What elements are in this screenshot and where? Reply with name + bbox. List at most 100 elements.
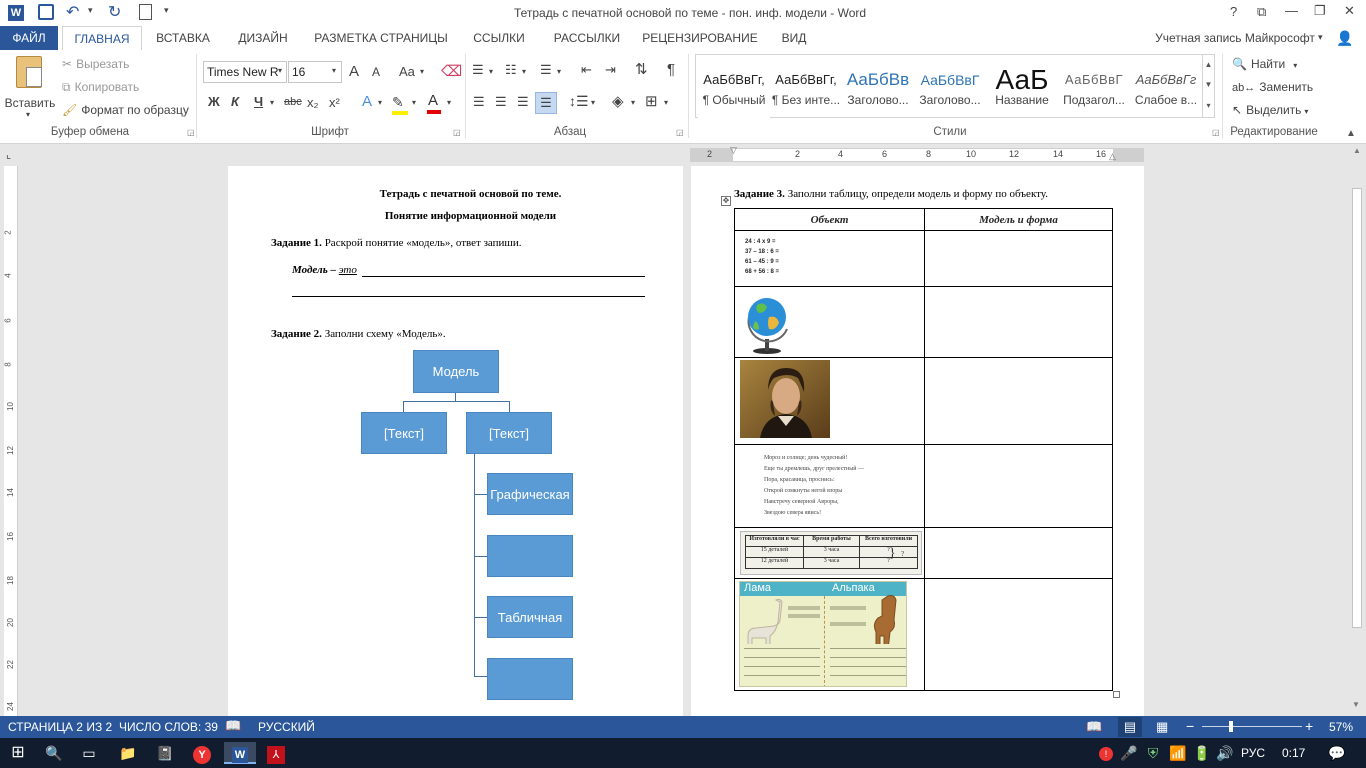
styles-launcher-icon[interactable]: ◲ — [1212, 128, 1220, 137]
new-doc-icon[interactable] — [139, 4, 152, 20]
numbering-dropdown-icon[interactable]: ▾ — [522, 67, 526, 76]
bullets-icon[interactable]: ☰ — [472, 62, 484, 78]
diagram-sub-1[interactable]: Графическая — [487, 473, 573, 515]
line-spacing-icon[interactable]: ↕☰ — [569, 93, 589, 110]
styles-more-icon[interactable]: ▾ — [1202, 95, 1214, 117]
objects-table[interactable]: Объект Модель и форма 24 : 4 x 9 = 37 – … — [734, 208, 1113, 691]
tab-mailings[interactable]: РАССЫЛКИ — [544, 26, 630, 50]
tab-selector-icon[interactable]: ⌞ — [6, 150, 18, 162]
diagram-root[interactable]: Модель — [413, 350, 499, 393]
tab-layout[interactable]: РАЗМЕТКА СТРАНИЦЫ — [308, 26, 454, 50]
word-count[interactable]: ЧИСЛО СЛОВ: 39 — [119, 720, 218, 734]
collapse-ribbon-icon[interactable]: ▲ — [1346, 128, 1356, 139]
format-painter-button[interactable]: 🖌 Формат по образцу — [62, 103, 189, 117]
highlight-dropdown-icon[interactable]: ▾ — [412, 98, 416, 107]
redo-icon[interactable]: ↻ — [108, 2, 121, 22]
subscript-icon[interactable]: x₂ — [307, 95, 319, 110]
print-layout-icon[interactable]: ▤ — [1118, 717, 1142, 737]
customize-qat-icon[interactable]: ▾ — [164, 5, 169, 16]
help-button[interactable]: ? — [1230, 4, 1237, 19]
undo-dropdown-icon[interactable]: ▾ — [88, 5, 93, 16]
restore-button[interactable]: ❐ — [1314, 3, 1326, 19]
vertical-scrollbar[interactable]: ▼ — [1350, 162, 1364, 714]
vertical-ruler[interactable]: 2 4 6 8 10 12 14 16 18 20 22 24 — [4, 166, 18, 716]
styles-scroll-up-icon[interactable]: ▲ — [1202, 55, 1214, 75]
text-effects-icon[interactable]: A — [362, 93, 372, 110]
search-icon[interactable]: 🔍 — [42, 742, 66, 764]
borders-dropdown-icon[interactable]: ▾ — [664, 98, 668, 107]
multilevel-dropdown-icon[interactable]: ▾ — [557, 67, 561, 76]
tab-file[interactable]: ФАЙЛ — [0, 26, 58, 50]
style-heading2[interactable]: АаБбВвГ Заголово... — [914, 61, 986, 119]
bold-icon[interactable]: Ж — [208, 94, 220, 109]
styles-scroll-down-icon[interactable]: ▼ — [1202, 75, 1214, 95]
borders-icon[interactable]: ⊞ — [645, 92, 658, 110]
copy-button[interactable]: ⧉ Копировать — [62, 80, 139, 95]
diagram-sub-3[interactable]: Табличная — [487, 596, 573, 638]
answer-cell[interactable] — [924, 527, 1113, 579]
answer-cell[interactable] — [924, 444, 1113, 528]
superscript-icon[interactable]: x² — [329, 95, 340, 110]
table-row[interactable] — [734, 286, 1113, 358]
page-left[interactable]: Тетрадь с печатной основой по теме. Поня… — [228, 166, 683, 716]
text-effects-dropdown-icon[interactable]: ▾ — [378, 98, 382, 107]
table-row[interactable]: 24 : 4 x 9 = 37 – 18 : 6 = 61 – 45 : 9 =… — [734, 230, 1113, 287]
minimize-button[interactable]: — — [1285, 3, 1298, 18]
web-layout-icon[interactable]: ▦ — [1156, 719, 1168, 735]
horizontal-ruler[interactable]: 2 2 4 6 8 10 12 14 16 ▽ △ — [690, 145, 1144, 162]
paragraph-launcher-icon[interactable]: ◲ — [676, 128, 684, 137]
clear-formatting-icon[interactable]: ⌫ — [441, 62, 462, 80]
grow-font-icon[interactable]: A — [349, 63, 359, 80]
align-right-icon[interactable]: ☰ — [517, 94, 529, 110]
font-color-dropdown-icon[interactable]: ▾ — [447, 98, 451, 107]
font-size-dropdown-icon[interactable]: ▾ — [332, 66, 336, 75]
ribbon-display-button[interactable]: ⧉ — [1257, 4, 1266, 20]
language[interactable]: РУССКИЙ — [258, 720, 315, 734]
answer-cell[interactable] — [924, 286, 1113, 358]
tab-home[interactable]: ГЛАВНАЯ — [62, 26, 142, 50]
page-count[interactable]: СТРАНИЦА 2 ИЗ 2 — [8, 720, 112, 734]
style-subtitle[interactable]: АаБбВвГ Подзагол... — [1058, 61, 1130, 119]
zoom-level[interactable]: 57% — [1329, 720, 1353, 734]
decrease-indent-icon[interactable]: ⇤ — [581, 62, 592, 78]
answer-cell[interactable] — [924, 578, 1113, 691]
table-row[interactable]: Изготовляли в час Время работы Всего изг… — [734, 527, 1113, 579]
find-button[interactable]: 🔍 Найти ▾ — [1232, 57, 1297, 71]
increase-indent-icon[interactable]: ⇥ — [605, 62, 616, 78]
shading-dropdown-icon[interactable]: ▾ — [631, 98, 635, 107]
align-left-icon[interactable]: ☰ — [473, 94, 485, 110]
diagram-child-1[interactable]: [Текст] — [361, 412, 447, 454]
style-subtle-emphasis[interactable]: АаБбВвГг Слабое в... — [1130, 61, 1202, 119]
tab-design[interactable]: ДИЗАЙН — [228, 26, 298, 50]
italic-icon[interactable]: К — [231, 94, 239, 109]
account-label[interactable]: Учетная запись Майкрософт — [1150, 26, 1320, 50]
windows-start-icon[interactable]: ⊞ — [6, 742, 30, 764]
highlight-icon[interactable]: ✎ — [392, 94, 408, 115]
clock[interactable]: 0:17 — [1282, 746, 1305, 760]
justify-icon[interactable]: ☰ — [535, 92, 557, 114]
table-resize-handle-icon[interactable] — [1113, 691, 1120, 698]
answer-cell[interactable] — [924, 230, 1113, 287]
read-mode-icon[interactable]: 📖 — [1086, 719, 1102, 735]
clipboard-launcher-icon[interactable]: ◲ — [187, 128, 195, 137]
undo-icon[interactable]: ↶ — [66, 2, 79, 22]
font-name-combo[interactable]: Times New R — [203, 61, 287, 83]
tab-review[interactable]: РЕЦЕНЗИРОВАНИЕ — [640, 26, 760, 50]
table-row[interactable] — [734, 357, 1113, 445]
strikethrough-icon[interactable]: abc — [284, 96, 302, 108]
word-logo-icon[interactable]: W — [8, 5, 24, 21]
style-heading1[interactable]: АаБбВв Заголово... — [842, 61, 914, 119]
diagram-sub-4[interactable] — [487, 658, 573, 700]
answer-cell[interactable] — [924, 357, 1113, 445]
cut-button[interactable]: ✂ Вырезать — [62, 57, 129, 71]
right-indent-marker-icon[interactable]: △ — [1109, 151, 1116, 162]
diagram-sub-2[interactable] — [487, 535, 573, 577]
scrollbar-up-icon[interactable]: ▲ — [1350, 146, 1364, 160]
shading-icon[interactable]: ◈ — [612, 92, 624, 110]
battery-icon[interactable]: 🔋 — [1190, 742, 1214, 764]
tab-insert[interactable]: ВСТАВКА — [150, 26, 216, 50]
notification-badge-icon[interactable]: ! — [1094, 742, 1118, 764]
paste-button[interactable]: Вставить ▾ — [4, 54, 56, 124]
proofing-icon[interactable]: 📖 — [225, 718, 241, 734]
tab-view[interactable]: ВИД — [772, 26, 816, 50]
